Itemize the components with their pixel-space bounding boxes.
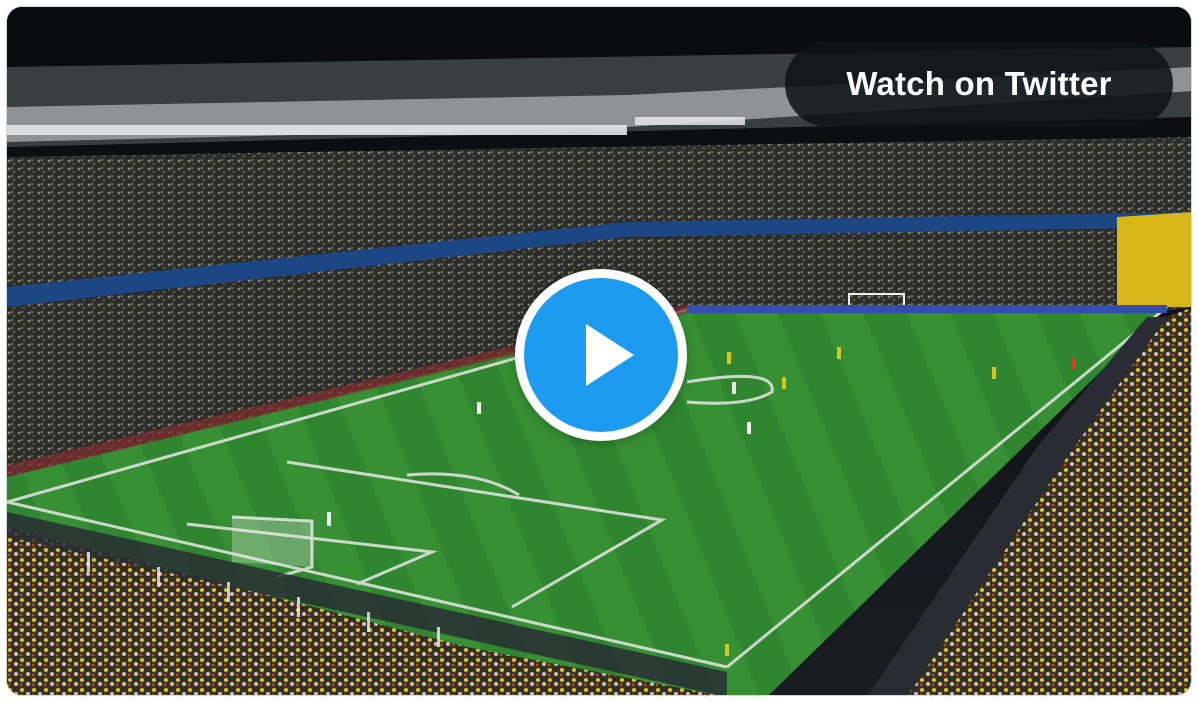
play-button-fill	[524, 278, 678, 432]
video-embed[interactable]: Watch on Twitter	[6, 6, 1192, 696]
watch-on-twitter-button[interactable]: Watch on Twitter	[785, 41, 1173, 127]
play-button[interactable]	[515, 269, 687, 441]
play-icon	[586, 324, 634, 386]
